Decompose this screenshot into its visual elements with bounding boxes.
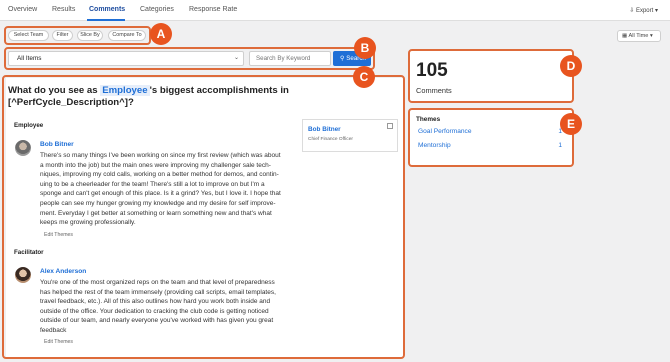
keyword-search-input[interactable] (249, 51, 331, 66)
comment-line: feedback (40, 326, 67, 334)
themes-title: Themes (416, 116, 441, 123)
export-button[interactable]: ⇩ Export ▾ (629, 7, 658, 14)
comment-count-label: Comments (416, 86, 452, 95)
theme-mentorship-link[interactable]: Mentorship (418, 142, 451, 149)
employee-section-title: Employee (14, 122, 44, 129)
tab-comments[interactable]: Comments (89, 6, 125, 13)
expand-icon[interactable] (387, 123, 393, 129)
card-employee-role: Chief Finance Officer (308, 137, 353, 142)
comment-line: has helped the rest of the team immensel… (40, 288, 276, 296)
badge-b: B (354, 37, 376, 59)
comment-line: keeps me growing professionally. (40, 219, 136, 227)
chevron-down-icon: ⌄ (233, 55, 239, 61)
comment-line: There's so many things I've been working… (40, 152, 281, 159)
comment-line: ment. Everyday I get better at something… (40, 209, 272, 217)
facilitator-comment: You're one of the most organized reps on… (40, 278, 302, 336)
comment-line: uing to be a cheerleader for the team! T… (40, 180, 265, 188)
items-select[interactable]: All Items ⌄ (8, 51, 244, 66)
tab-overview[interactable]: Overview (8, 6, 37, 13)
top-nav: Overview Results Comments Categories Res… (0, 0, 670, 21)
time-range-select[interactable]: ▦ All Time ▾ (617, 30, 661, 42)
slice-by-button[interactable]: Slice By (77, 30, 103, 41)
tab-response-rate[interactable]: Response Rate (189, 6, 237, 13)
comment-line: outside of the office. Your dedication t… (40, 307, 269, 315)
badge-e: E (560, 113, 582, 135)
comment-line: niques, improving my cold calls, working… (40, 171, 279, 179)
card-employee-name[interactable]: Bob Bitner (308, 126, 341, 133)
badge-a: A (150, 23, 172, 45)
comment-line: a month into the job) but the main ones … (40, 161, 271, 169)
comment-line: people can see my hunger growing my know… (40, 199, 276, 207)
theme-goal-performance-link[interactable]: Goal Performance (418, 128, 472, 135)
compare-to-button[interactable]: Compare To (108, 30, 146, 41)
facilitator-section-title: Facilitator (14, 249, 44, 256)
comment-line: sponge and can't get enough of this plac… (40, 190, 281, 198)
comment-count-card: 105 Comments (410, 51, 572, 102)
theme-mentorship-count[interactable]: 1 (558, 142, 562, 149)
facilitator-name-link[interactable]: Alex Anderson (40, 268, 86, 275)
select-team-button[interactable]: Select Team (8, 30, 49, 41)
employee-name-link[interactable]: Bob Bitner (40, 141, 74, 148)
themes-card: Themes Goal Performance 1 Mentorship 1 (410, 110, 572, 166)
filter-button[interactable]: Filter (52, 30, 73, 41)
active-tab-indicator (87, 19, 125, 21)
tab-results[interactable]: Results (52, 6, 75, 13)
facilitator-edit-themes-link[interactable]: Edit Themes (44, 339, 73, 345)
facilitator-avatar (15, 267, 31, 283)
comment-count: 105 (416, 60, 448, 81)
employee-edit-themes-link[interactable]: Edit Themes (44, 232, 73, 238)
comment-line: travel feedback, etc.). All of this also… (40, 298, 271, 306)
employee-comment: There's so many things I've been working… (40, 151, 302, 228)
employee-avatar (15, 140, 31, 156)
comment-line: You're one of the most organized reps on… (40, 279, 275, 286)
comments-panel: What do you see as Employee's biggest ac… (6, 78, 403, 358)
tab-categories[interactable]: Categories (140, 6, 174, 13)
badge-c: C (353, 66, 375, 88)
employee-card[interactable]: Bob Bitner Chief Finance Officer (302, 119, 398, 152)
export-icon: ⇩ (629, 8, 636, 14)
question-title: What do you see as Employee's biggest ac… (8, 85, 289, 108)
badge-d: D (560, 55, 582, 77)
comment-line: outside of our team, and nearly everyone… (40, 317, 274, 325)
employee-token: Employee (100, 85, 150, 96)
